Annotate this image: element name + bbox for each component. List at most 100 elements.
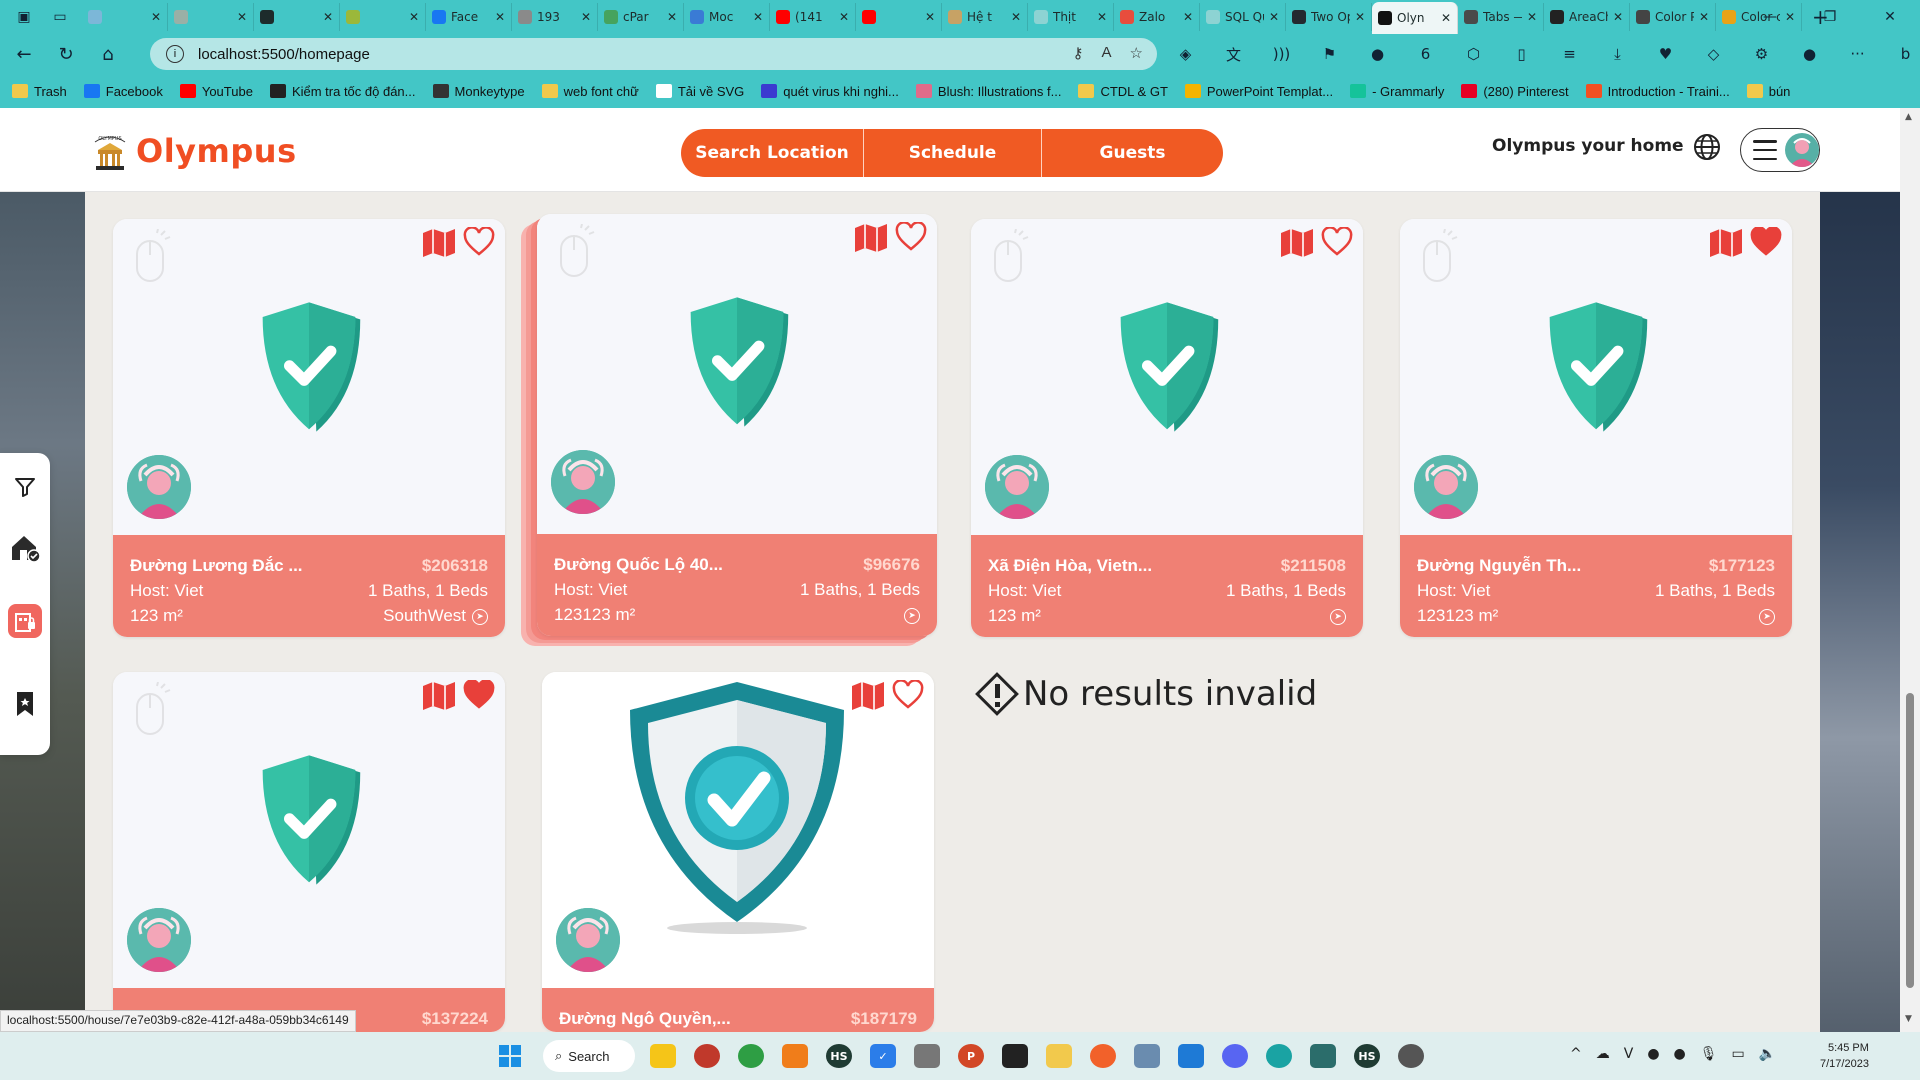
site-info-icon[interactable]: i	[166, 45, 184, 63]
browser-tab[interactable]: Color Pa ✕	[1630, 3, 1716, 31]
browser-essentials-icon[interactable]: ◇	[1700, 43, 1727, 65]
globe-icon[interactable]	[1692, 132, 1722, 162]
tab-close-icon[interactable]: ✕	[495, 10, 505, 24]
browser-tab[interactable]: ✕	[254, 3, 340, 31]
vscode-icon[interactable]	[1178, 1044, 1204, 1068]
app-red-icon[interactable]	[694, 1044, 720, 1068]
browser-tab[interactable]: Face ✕	[426, 3, 512, 31]
bookmark-icon[interactable]	[8, 687, 42, 721]
start-icon[interactable]	[497, 1044, 523, 1068]
user-menu-button[interactable]	[1740, 128, 1820, 172]
browser-tab[interactable]: (141 ✕	[770, 3, 856, 31]
bookmark-item[interactable]: YouTube	[179, 84, 253, 99]
more-menu-icon[interactable]: ···	[1844, 43, 1871, 65]
downloads-icon[interactable]: ⤓	[1604, 43, 1631, 65]
map-icon[interactable]	[1708, 227, 1744, 259]
cloud-icon[interactable]: ☁	[1596, 1046, 1610, 1062]
browser-tab[interactable]: ✕	[856, 3, 942, 31]
read-aloud-icon[interactable]: A	[1102, 44, 1112, 62]
tab-close-icon[interactable]: ✕	[667, 10, 677, 24]
scroll-down-arrow[interactable]: ▼	[1905, 1014, 1912, 1024]
tray-green-icon[interactable]: ●	[1674, 1046, 1686, 1062]
scroll-up-arrow[interactable]: ▲	[1905, 112, 1912, 122]
browser-tab[interactable]: Tabs — T ✕	[1458, 3, 1544, 31]
discord-icon[interactable]	[1222, 1044, 1248, 1068]
bing-chat-icon[interactable]: b	[1892, 43, 1919, 65]
scrollbar-thumb[interactable]	[1906, 693, 1914, 988]
profile-icon[interactable]: ●	[1796, 43, 1823, 65]
page-scrollbar[interactable]: ▲ ▼	[1900, 108, 1920, 1032]
app-orange-icon[interactable]	[782, 1044, 808, 1068]
tab-close-icon[interactable]: ✕	[1097, 10, 1107, 24]
bookmark-item[interactable]: Tải về SVG	[655, 84, 744, 99]
extension-grammarly-icon[interactable]: ●	[1364, 43, 1391, 65]
file-explorer-icon[interactable]	[1046, 1044, 1072, 1068]
browser-tab[interactable]: Olyn ✕	[1372, 2, 1458, 34]
app-green-icon[interactable]	[738, 1044, 764, 1068]
app-face-icon[interactable]	[1398, 1044, 1424, 1068]
tab-close-icon[interactable]: ✕	[839, 10, 849, 24]
bookmark-item[interactable]: Introduction - Traini...	[1585, 84, 1730, 99]
bookmark-item[interactable]: PowerPoint Templat...	[1184, 84, 1333, 99]
tagline[interactable]: Olympus your home	[1492, 136, 1684, 156]
nav-search-location[interactable]: Search Location	[681, 129, 864, 177]
edge-icon[interactable]	[1266, 1044, 1292, 1068]
bookmark-item[interactable]: web font chữ	[541, 84, 639, 99]
favorite-heart-icon[interactable]	[1321, 226, 1353, 257]
listing-card[interactable]: Đường Lương Đắc ... $206318 Host: Viet 1 B…	[113, 219, 505, 637]
filter-icon[interactable]	[8, 470, 42, 504]
favorite-heart-icon[interactable]	[892, 679, 924, 710]
app-hs-icon[interactable]: HS	[826, 1044, 852, 1068]
bookmark-item[interactable]: Facebook	[83, 84, 163, 99]
host-avatar[interactable]	[127, 908, 191, 972]
bookmark-item[interactable]: Trash	[12, 84, 67, 99]
vpn-icon[interactable]: V	[1624, 1046, 1634, 1062]
map-icon[interactable]	[421, 680, 457, 712]
favorite-heart-icon[interactable]	[463, 679, 495, 710]
bookmark-item[interactable]: quét virus khi nghi...	[761, 84, 899, 99]
refresh-icon[interactable]: ↻	[48, 38, 84, 70]
bookmark-item[interactable]: - Grammarly	[1350, 84, 1444, 99]
taskbar-search[interactable]: ⌕ Search	[543, 1040, 635, 1072]
tab-close-icon[interactable]: ✕	[323, 10, 333, 24]
tab-close-icon[interactable]: ✕	[1183, 10, 1193, 24]
host-avatar[interactable]	[556, 908, 620, 972]
listing-info[interactable]: Đường Ngô Quyền,... $187179	[542, 988, 934, 1032]
tab-close-icon[interactable]: ✕	[1269, 10, 1279, 24]
listing-info[interactable]: Xã Điện Hòa, Vietn... $211508 Host: Viet 1…	[971, 535, 1363, 637]
listing-info[interactable]: Đường Nguyễn Th... $177123 Host: Viet 1 Ba…	[1400, 535, 1792, 637]
listing-card[interactable]: Xã Điện Hòa, Vietn... $211508 Host: Viet 1…	[971, 219, 1363, 637]
extension-shield-icon[interactable]: ◈	[1172, 43, 1199, 65]
bookmark-item[interactable]: Monkeytype	[432, 84, 525, 99]
bookmark-item[interactable]: Blush: Illustrations f...	[915, 84, 1061, 99]
listing-card[interactable]: $137224	[113, 672, 505, 1032]
extensions-icon[interactable]: ⬡	[1460, 43, 1487, 65]
map-icon[interactable]	[853, 222, 889, 254]
browser-tab[interactable]: 193 ✕	[512, 3, 598, 31]
extension-flag-icon[interactable]: ⚑	[1316, 43, 1343, 65]
tab-close-icon[interactable]: ✕	[1527, 10, 1537, 24]
tab-close-icon[interactable]: ✕	[753, 10, 763, 24]
favorite-heart-icon[interactable]	[895, 221, 927, 252]
password-key-icon[interactable]: ⚷	[1073, 44, 1084, 62]
site-logo[interactable]: OLYMPUS Olympus	[92, 130, 297, 172]
host-avatar[interactable]	[127, 455, 191, 519]
app-hs2-icon[interactable]: HS	[1354, 1044, 1380, 1068]
nav-schedule[interactable]: Schedule	[864, 129, 1042, 177]
host-avatar[interactable]	[985, 455, 1049, 519]
taskbar-clock[interactable]: 5:45 PM 7/17/2023	[1820, 1040, 1869, 1072]
listing-card[interactable]: Đường Ngô Quyền,... $187179	[542, 672, 934, 1032]
bookmark-item[interactable]: Kiểm tra tốc độ đán...	[269, 84, 416, 99]
tab-close-icon[interactable]: ✕	[151, 10, 161, 24]
split-screen-icon[interactable]: ▯	[1508, 43, 1535, 65]
favorite-heart-icon[interactable]	[463, 226, 495, 257]
tab-close-icon[interactable]: ✕	[237, 10, 247, 24]
host-avatar[interactable]	[551, 450, 615, 514]
back-icon[interactable]: ←	[6, 38, 42, 70]
home-check-icon[interactable]	[8, 531, 42, 565]
building-lock-icon[interactable]	[8, 604, 42, 638]
performance-icon[interactable]: ♥	[1652, 43, 1679, 65]
browser-tab[interactable]: AreaCha ✕	[1544, 3, 1630, 31]
app-brush-icon[interactable]	[1090, 1044, 1116, 1068]
network-icon[interactable]: ▭	[1732, 1046, 1745, 1062]
